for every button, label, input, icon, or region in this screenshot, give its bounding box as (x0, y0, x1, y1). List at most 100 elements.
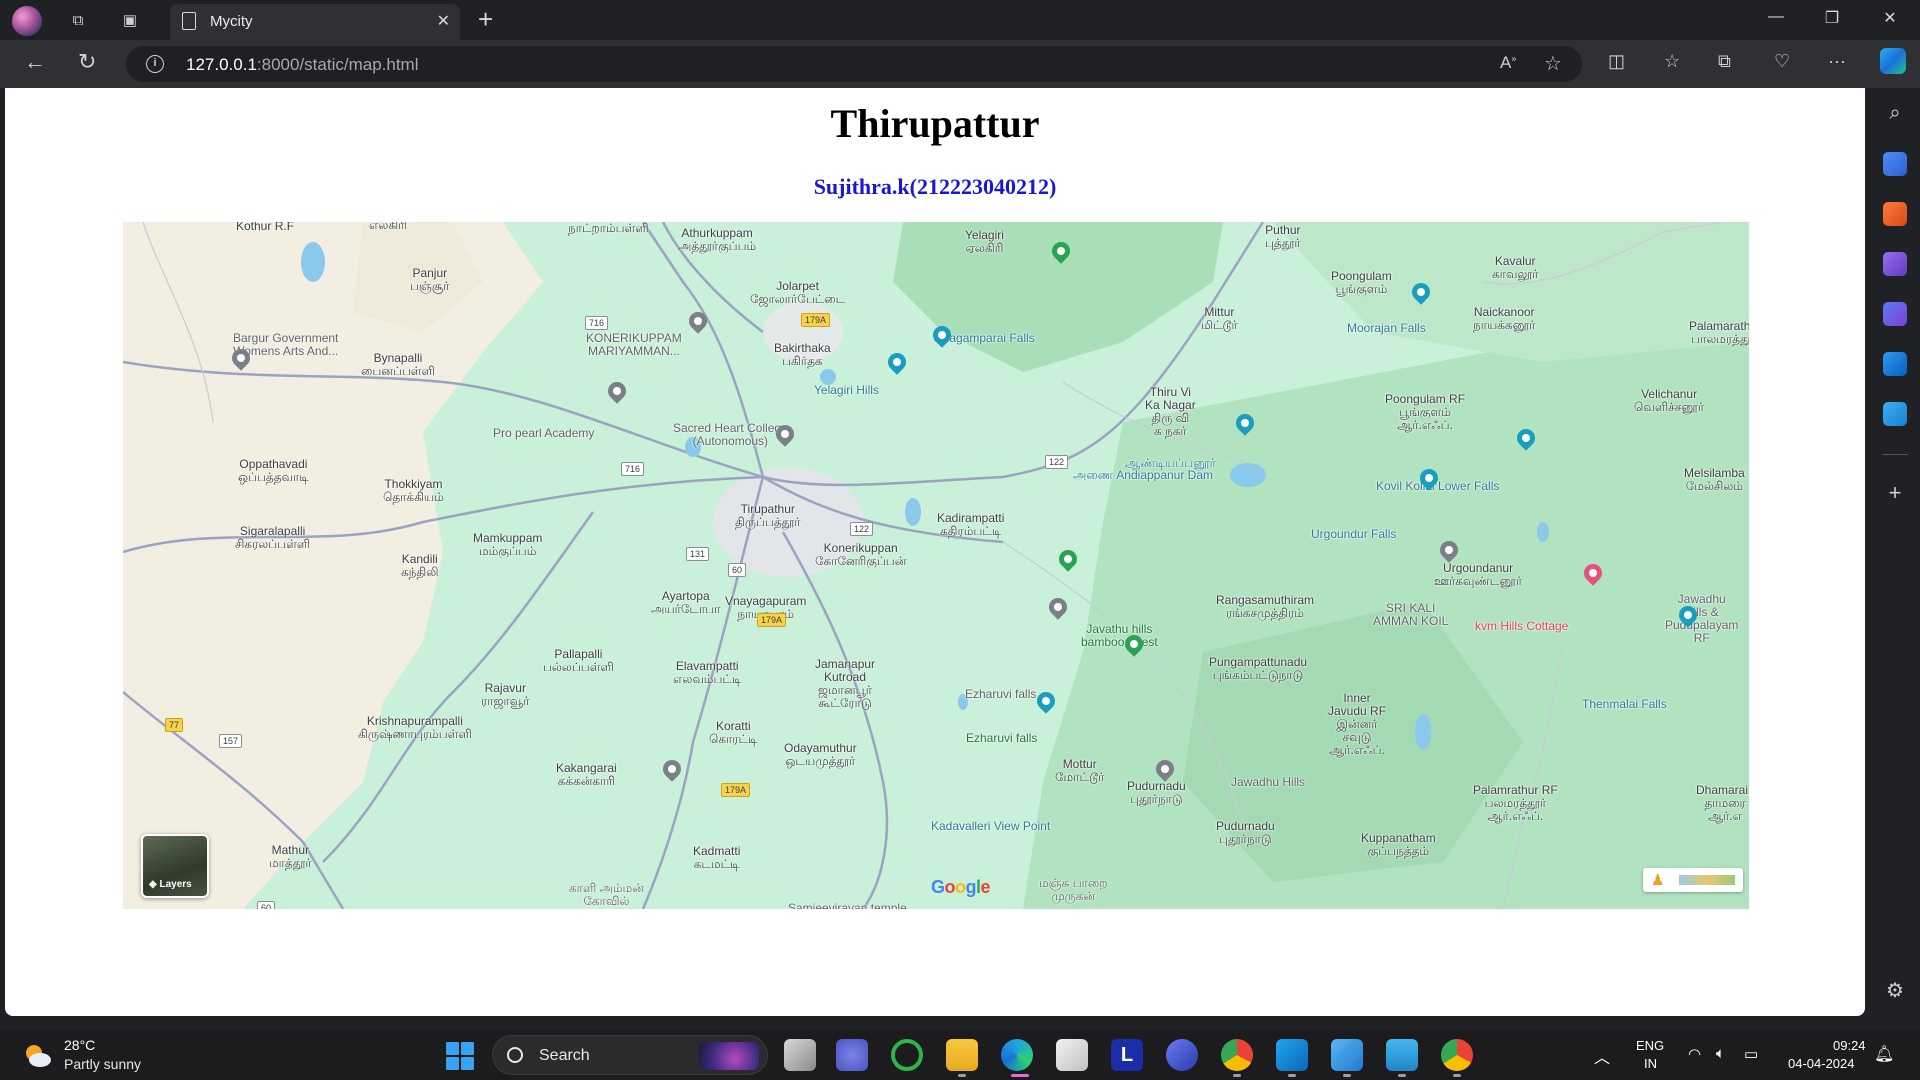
send-icon[interactable] (1883, 402, 1907, 426)
paint-icon[interactable] (1331, 1039, 1363, 1071)
map-label-kadirampatti: Kadirampatti கதிரம்பட்டி (937, 511, 1005, 538)
more-menu-icon[interactable]: ··· (1828, 51, 1846, 72)
favorite-star-icon[interactable]: ☆ (1544, 51, 1562, 76)
map-label-moorajan: Moorajan Falls (1347, 321, 1426, 335)
map-label-yelagiri: Yelagiri ஏலகிரி (965, 228, 1004, 255)
notepad-icon[interactable] (1386, 1039, 1418, 1071)
task-view-icon[interactable] (784, 1039, 816, 1071)
clock-date[interactable]: 04-04-2024 (1788, 1056, 1855, 1071)
map-label-yelagiri-hills: Yelagiri Hills (814, 383, 879, 397)
map-label-pallapalli: Pallapalli பல்லப்பள்ளி (543, 647, 614, 674)
site-info-icon[interactable]: i (146, 55, 164, 73)
show-hidden-icons-chevron-icon[interactable]: ︿ (1594, 1044, 1610, 1068)
edge-icon[interactable] (1001, 1039, 1033, 1071)
read-aloud-icon[interactable]: A» (1500, 53, 1516, 73)
map-label-pungampattunadu: Pungampattunadu புங்கம்பட்டுநாடு (1209, 655, 1308, 682)
map-label-mamkuppam: Mamkuppam மம்குப்பம் (473, 531, 543, 558)
address-bar[interactable]: i 127.0.0.1:8000/static/map.html A» ☆ (126, 46, 1582, 82)
notification-bell-icon[interactable]: 🔔︎ (1874, 1044, 1894, 1064)
split-screen-icon[interactable]: ◫ (1608, 51, 1625, 72)
refresh-app-icon[interactable] (891, 1039, 923, 1071)
clock-time[interactable]: 09:24 (1833, 1038, 1866, 1053)
tab-mycity[interactable]: Mycity ✕ (170, 4, 460, 40)
taskbar-search[interactable]: Search (492, 1035, 768, 1075)
map-type-thumb[interactable] (1679, 875, 1735, 885)
store-icon[interactable] (1056, 1039, 1088, 1071)
favorites-icon[interactable]: ☆ (1664, 51, 1680, 72)
wifi-icon[interactable]: ◠ (1688, 1045, 1708, 1063)
map-label-mathur: Mathur மாத்தூர் (269, 843, 312, 870)
map-label-kothur: Kothur R.F (236, 222, 295, 233)
close-window-button[interactable]: ✕ (1878, 8, 1902, 28)
weather-temperature[interactable]: 28°C (64, 1037, 95, 1053)
map-label-inner-javudu: Inner Javudu RF இன்னர் சவுடு ஆர்.எஃப். (1328, 691, 1387, 757)
vscode-running-dot (1288, 1074, 1296, 1077)
page-subtitle: Sujithra.k(212223040212) (813, 174, 1057, 199)
outlook-icon[interactable] (1883, 352, 1907, 376)
layers-button[interactable]: ◈ Layers (141, 834, 209, 898)
weather-icon[interactable] (22, 1041, 52, 1069)
map-label-thenmalai: Thenmalai Falls (1582, 697, 1667, 711)
minimize-button[interactable]: — (1764, 8, 1788, 26)
page-title: Thirupattur (830, 101, 1040, 146)
tools-briefcase-icon[interactable] (1883, 202, 1907, 226)
browser-essentials-icon[interactable]: ♡ (1774, 51, 1790, 72)
games-icon[interactable] (1883, 252, 1907, 276)
map-label-manja: மஞ்சு பாறை முருகன் (1039, 876, 1108, 903)
tab-bar: ⧉ ▣ Mycity ✕ + — ❐ ✕ (0, 0, 1920, 40)
shopping-tag-icon[interactable] (1883, 152, 1907, 176)
start-button[interactable] (446, 1042, 474, 1070)
map-label-naickanoor: Naickanoor நாயக்கனூர் (1473, 305, 1536, 332)
map-label-jawadhu: Jawadhu Hills & Pudupalayam RF (1665, 592, 1739, 645)
map-label-elavampatti: Elavampatti எலவம்பட்டி (673, 659, 742, 686)
road-shield-s179a-3: 179A (721, 783, 751, 797)
add-icon[interactable]: + (1883, 482, 1907, 506)
embedded-map[interactable]: Kothur R.F எலகிரி நாட்றாம்பள்ளி Athurkuppam… (123, 222, 1749, 909)
tab-title: Mycity (210, 13, 253, 30)
map-label-mittur: Mittur மிட்டூர் (1201, 305, 1238, 332)
map-label-dhamaraik: Dhamaraik தாமரை ஆர்.எ (1696, 783, 1749, 823)
map-label-rangasamuthiram: Rangasamuthiram ரங்கசமுத்திரம் (1216, 593, 1315, 620)
teams-chat-icon[interactable] (836, 1039, 868, 1071)
copilot-sidebar-icon[interactable] (1883, 302, 1907, 326)
search-icon[interactable]: ⌕ (1883, 102, 1907, 126)
copilot-icon[interactable] (1880, 48, 1906, 74)
edge-sidebar: ⌕ + ⚙ (1870, 88, 1920, 1016)
workspaces-icon[interactable]: ⧉ (66, 8, 90, 32)
taskbar: 28°C Partly sunny Search L ︿ ENG IN ◠ 🔈︎… (0, 1030, 1920, 1080)
map-label-andiappanur: அணை Andiappanur Dam (1073, 468, 1214, 482)
map-label-krishnapurampalli: Krishnapurampalli கிருஷ்ணாபுரம்பள்ளி (358, 714, 472, 741)
toolbar: ← ↻ i 127.0.0.1:8000/static/map.html A» … (0, 40, 1920, 88)
refresh-icon[interactable]: ↻ (78, 49, 96, 75)
close-tab-icon[interactable]: ✕ (437, 11, 450, 31)
chrome-profile-icon[interactable] (1441, 1039, 1473, 1071)
restore-button[interactable]: ❐ (1820, 8, 1844, 28)
volume-icon[interactable]: 🔈︎ (1716, 1045, 1736, 1063)
map-label-sri-kali: SRI KALI AMMAN KOIL (1373, 601, 1449, 628)
new-tab-button[interactable]: + (478, 4, 493, 35)
vpn-app-icon[interactable] (1166, 1039, 1198, 1071)
map-label-kandili: Kandili கந்திலி (401, 552, 439, 579)
map-label-sigarlapalli: Sigaralapalli சிகரலப்பள்ளி (235, 524, 311, 551)
weather-description[interactable]: Partly sunny (64, 1056, 141, 1072)
file-explorer-icon[interactable] (946, 1039, 978, 1071)
map-label-sacred-heart: Sacred Heart College (Autonomous) (673, 421, 788, 448)
url-text[interactable]: 127.0.0.1:8000/static/map.html (186, 55, 418, 75)
battery-icon[interactable]: ▭ (1744, 1045, 1764, 1063)
settings-gear-icon[interactable]: ⚙ (1883, 980, 1907, 1004)
map-label-jawadhu-hills: Jawadhu Hills (1231, 775, 1306, 789)
back-arrow-icon[interactable]: ← (24, 49, 46, 75)
street-view-pegman[interactable]: ♟ (1643, 868, 1743, 892)
chrome-icon[interactable] (1221, 1039, 1253, 1071)
profile-avatar[interactable] (12, 6, 42, 36)
language-indicator[interactable]: ENG (1636, 1038, 1664, 1053)
vscode-icon[interactable] (1276, 1039, 1308, 1071)
collections-icon[interactable]: ⧉ (1718, 51, 1731, 72)
vertical-tabs-icon[interactable]: ▣ (118, 8, 142, 32)
l-app-icon[interactable]: L (1111, 1039, 1143, 1071)
map-label-samjeevirayan: Samjeevirayan temple (788, 901, 907, 910)
road-shield-s179a-2: 179A (757, 613, 787, 627)
search-highlight-art (699, 1042, 759, 1070)
map-label-ezharuvi-falls-2: Ezharuvi falls (966, 731, 1038, 745)
region-indicator[interactable]: IN (1644, 1056, 1657, 1071)
